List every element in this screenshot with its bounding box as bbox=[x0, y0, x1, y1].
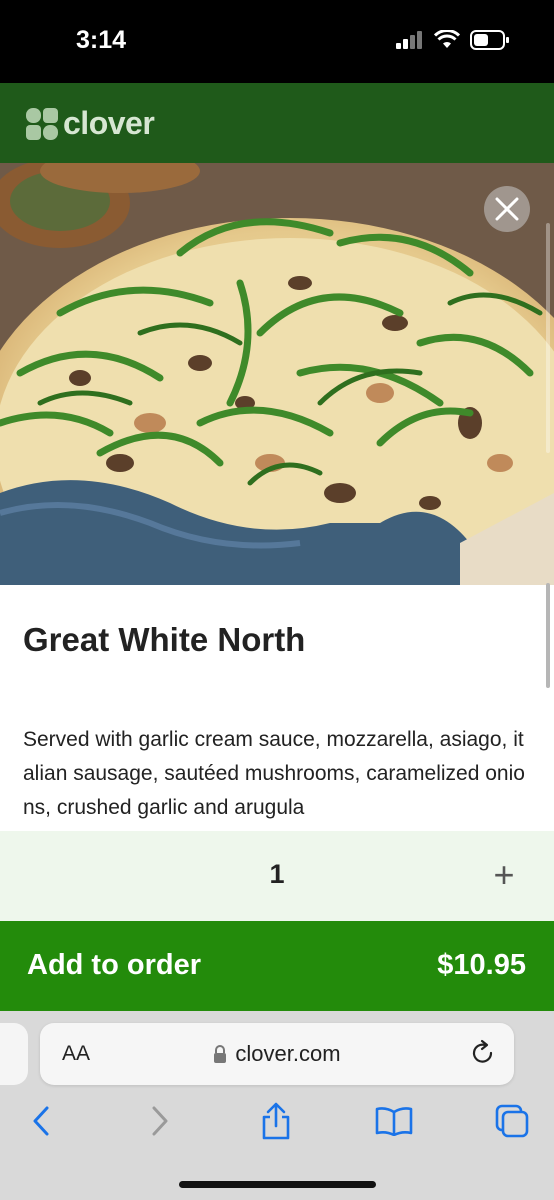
order-price: $10.95 bbox=[437, 949, 526, 981]
signal-icon bbox=[396, 31, 422, 49]
quantity-value: 1 bbox=[269, 859, 285, 889]
brand-name: clover bbox=[63, 105, 155, 141]
browser-chrome: AA clover.com bbox=[0, 1011, 554, 1200]
wifi-icon bbox=[434, 30, 460, 48]
reload-icon bbox=[472, 1039, 493, 1063]
address-bar[interactable]: AA clover.com bbox=[40, 1023, 514, 1085]
bookmarks-button[interactable] bbox=[372, 1101, 416, 1141]
quantity-stepper: 1 + bbox=[0, 831, 554, 921]
share-icon bbox=[262, 1102, 290, 1140]
previous-tab-preview[interactable] bbox=[0, 1023, 28, 1085]
tabs-icon bbox=[495, 1104, 529, 1138]
item-description: Served with garlic cream sauce, mozzarel… bbox=[23, 728, 525, 819]
forward-button[interactable] bbox=[138, 1101, 182, 1141]
status-bar: 3:14 bbox=[0, 0, 554, 83]
close-button[interactable] bbox=[484, 186, 530, 232]
add-to-order-button[interactable]: Add to order $10.95 bbox=[0, 921, 554, 1011]
status-time: 3:14 bbox=[76, 26, 127, 54]
forward-icon bbox=[152, 1106, 168, 1136]
image-scroll-indicator bbox=[546, 223, 550, 453]
item-photo bbox=[0, 163, 554, 585]
bookmarks-icon bbox=[375, 1107, 413, 1136]
pizza-image bbox=[0, 163, 554, 585]
sheet-scrollbar[interactable] bbox=[546, 583, 550, 688]
increase-quantity-button[interactable]: + bbox=[480, 851, 528, 899]
browser-toolbar bbox=[0, 1101, 554, 1141]
plus-icon: + bbox=[493, 854, 515, 895]
app-header: clover bbox=[0, 83, 554, 163]
home-indicator[interactable] bbox=[179, 1181, 376, 1188]
clover-leaf-icon bbox=[26, 107, 58, 140]
url-text: clover.com bbox=[235, 1041, 341, 1066]
url-display[interactable]: clover.com bbox=[40, 1041, 514, 1069]
battery-icon bbox=[470, 30, 509, 50]
close-icon bbox=[495, 197, 519, 221]
share-button[interactable] bbox=[254, 1101, 298, 1141]
tabs-button[interactable] bbox=[490, 1101, 534, 1141]
lock-icon bbox=[214, 1045, 227, 1063]
back-button[interactable] bbox=[19, 1101, 63, 1141]
reload-button[interactable] bbox=[470, 1039, 496, 1072]
item-title: Great White North bbox=[23, 621, 306, 658]
status-icons bbox=[396, 30, 510, 50]
item-detail-sheet: Great White North Served with garlic cre… bbox=[0, 163, 554, 923]
add-to-order-label: Add to order bbox=[27, 949, 201, 981]
clover-logo[interactable]: clover bbox=[25, 105, 155, 142]
back-icon bbox=[33, 1106, 49, 1136]
